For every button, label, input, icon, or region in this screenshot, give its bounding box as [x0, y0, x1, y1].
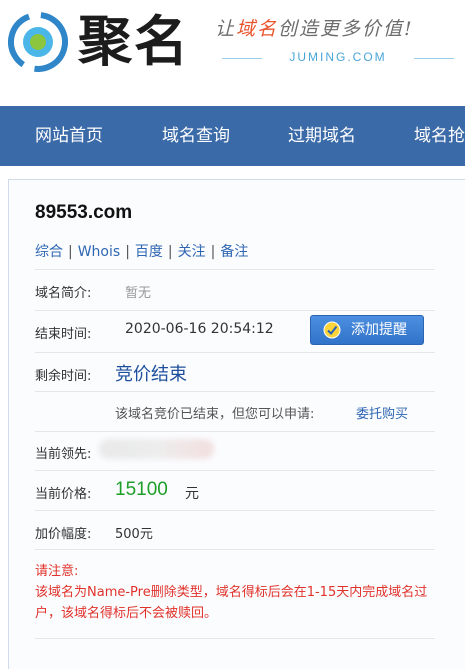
add-reminder-label: 添加提醒 [351, 322, 407, 338]
slogan: 让域名创造更多价值! [215, 18, 414, 40]
site-header: 聚名 让域名创造更多价值! JUMING.COM [0, 0, 465, 106]
leader-value-redacted [99, 439, 214, 459]
row-increment: 加价幅度: 500元 [35, 510, 435, 550]
increment-label: 加价幅度: [35, 527, 92, 542]
link-baidu[interactable]: 百度 [135, 244, 163, 260]
notice-box: 请注意: 该域名为Name-Pre删除类型，域名得标后会在1-15天内完成域名过… [35, 561, 435, 624]
link-whois[interactable]: Whois [78, 244, 120, 260]
intro-label: 域名简介: [35, 286, 92, 301]
nav-item-expired-domains[interactable]: 过期域名 [288, 106, 356, 166]
price-label: 当前价格: [35, 487, 92, 502]
entrust-buy-link[interactable]: 委托购买 [356, 403, 408, 422]
nav-item-domain-snatch[interactable]: 域名抢 [414, 106, 465, 166]
domain-links: 综合 | Whois | 百度 | 关注 | 备注 [35, 244, 249, 260]
link-follow[interactable]: 关注 [178, 244, 206, 260]
price-unit: 元 [185, 486, 199, 502]
row-ended-note: 该域名竞价已结束，但您可以申请: 委托购买 [35, 391, 435, 431]
increment-value: 500元 [115, 527, 153, 542]
notice-title: 请注意: [35, 564, 79, 579]
logo-text[interactable]: 聚名 [78, 6, 190, 78]
domain-name: 89553.com [35, 202, 133, 223]
nav-item-domain-search[interactable]: 域名查询 [162, 106, 230, 166]
intro-value: 暂无 [125, 286, 152, 301]
remaining-label: 剩余时间: [35, 369, 92, 384]
nav-item-home[interactable]: 网站首页 [35, 106, 103, 166]
row-intro: 域名简介: 暂无 [35, 269, 435, 310]
end-time-value: 2020-06-16 20:54:12 [125, 321, 274, 337]
row-remaining-time: 剩余时间: 竞价结束 [35, 352, 435, 391]
notice-body: 该域名为Name-Pre删除类型，域名得标后会在1-15天内完成域名过户，该域名… [35, 585, 428, 621]
main-nav: 网站首页 域名查询 过期域名 域名抢 [0, 106, 465, 166]
row-current-price: 当前价格: 15100 元 [35, 470, 435, 510]
juming-logo-icon[interactable] [8, 12, 68, 72]
end-time-label: 结束时间: [35, 327, 92, 342]
row-current-leader: 当前领先: [35, 431, 435, 470]
check-badge-icon [323, 321, 341, 339]
link-note[interactable]: 备注 [220, 244, 248, 260]
ended-note: 该域名竞价已结束，但您可以申请: [115, 407, 315, 422]
link-overview[interactable]: 综合 [35, 244, 63, 260]
leader-label: 当前领先: [35, 447, 92, 462]
notice-divider [35, 638, 435, 639]
domain-detail-panel: 89553.com 综合 | Whois | 百度 | 关注 | 备注 域名简介: 暂无 结束时… [8, 179, 465, 669]
site-url: JUMING.COM [222, 50, 454, 64]
add-reminder-button[interactable]: 添加提醒 [310, 315, 424, 345]
remaining-value: 竞价结束 [115, 364, 187, 385]
price-value: 15100 [115, 479, 168, 500]
